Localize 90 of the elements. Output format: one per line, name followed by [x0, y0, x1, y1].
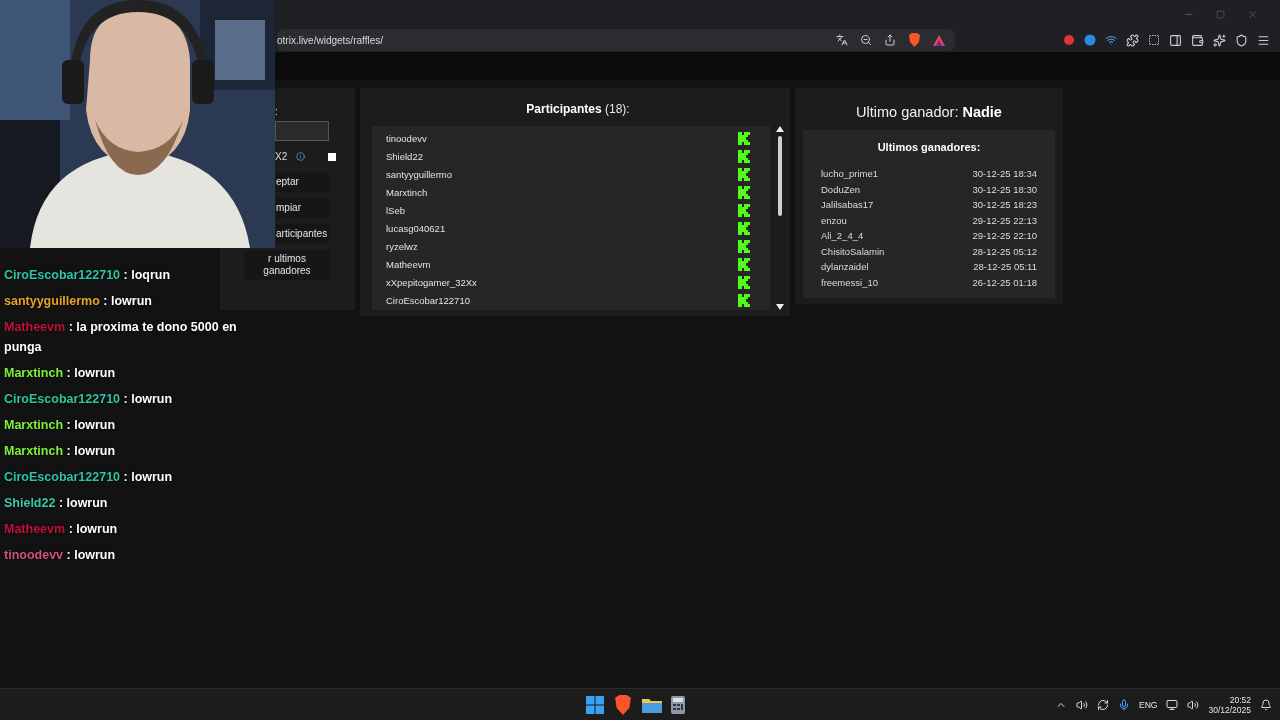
participant-name: xXpepitogamer_32Xx [386, 276, 477, 288]
platform-icon [738, 203, 750, 217]
wallet-icon[interactable] [1191, 33, 1204, 47]
participants-title: Participantes (18): [526, 102, 630, 116]
screenshot-icon[interactable] [1148, 34, 1160, 46]
chat-message: Shield22 : lowrun [4, 495, 109, 512]
chat-message: santyyguillermo : lowrun [4, 293, 153, 310]
sidebar-icon[interactable] [1169, 33, 1182, 47]
checkbox[interactable] [328, 152, 337, 161]
winner-name: Ali_2_4_4 [821, 230, 864, 242]
platform-icon [738, 239, 750, 253]
platform-icon [738, 167, 750, 181]
action-button[interactable]: mpiar [276, 198, 329, 218]
chat-message: CiroEscobar122710 : lowrun [4, 469, 174, 486]
participant-name: Matheevm [386, 258, 431, 270]
winner-date: 28-12-25 05:11 [973, 261, 1037, 273]
record-icon[interactable] [1063, 34, 1075, 46]
chat-message: Marxtinch : lowrun [4, 443, 117, 460]
action-button[interactable]: eptar [276, 172, 329, 192]
url-text: otrix.live/widgets/raffles/ [277, 34, 384, 46]
sync-icon[interactable] [1097, 698, 1110, 711]
participant-name: tinoodevv [386, 132, 427, 144]
winner-date: 26-12-25 01:18 [972, 276, 1037, 288]
field-label: : [275, 106, 278, 117]
participant-name: ryzelwz [386, 240, 418, 252]
language-indicator[interactable]: ENG [1139, 699, 1158, 710]
chat-message: tinoodevv : lowrun [4, 547, 117, 564]
share-icon[interactable] [884, 34, 896, 46]
last-winner-heading: Ultimo ganador: Nadie [856, 104, 1002, 120]
info-icon[interactable] [296, 152, 306, 161]
sparkle-icon[interactable] [1213, 33, 1226, 47]
platform-icon [738, 185, 750, 199]
menu-icon[interactable] [1257, 33, 1270, 47]
winner-date: 30-12-25 18:34 [972, 168, 1037, 180]
folder-icon[interactable] [642, 696, 662, 713]
address-bar[interactable]: otrix.live/widgets/raffles/ [277, 29, 955, 51]
zoom-out-icon[interactable] [860, 34, 872, 46]
calculator-icon[interactable] [671, 695, 685, 714]
participant-name: CiroEscobar122710 [386, 294, 470, 306]
action-button[interactable]: articipantes [276, 224, 329, 244]
windows-icon[interactable] [586, 695, 604, 714]
platform-icon [738, 221, 750, 235]
option-label: X2 [275, 151, 288, 162]
speaker-icon[interactable] [1076, 698, 1089, 711]
winner-name: dylanzaidel [821, 261, 869, 273]
winner-name: enzou [821, 214, 847, 226]
winners-title: Ultimos ganadores: [876, 141, 982, 153]
chat-message: CiroEscobar122710 : loqrun [4, 267, 172, 284]
winner-name: ChisitoSalamin [821, 245, 885, 257]
winner-date: 30-12-25 18:23 [972, 199, 1037, 211]
scrollbar-thumb[interactable] [778, 136, 782, 216]
winner-name: Jalilsabas17 [821, 199, 874, 211]
winner-date: 30-12-25 18:30 [972, 183, 1037, 195]
extensions-icon[interactable] [1126, 33, 1139, 47]
winner-date: 29-12-25 22:13 [972, 214, 1037, 226]
platform-icon [738, 149, 750, 163]
platform-icon [738, 257, 750, 271]
participant-name: Marxtinch [386, 186, 428, 198]
shield-icon[interactable] [1235, 33, 1248, 47]
winner-date: 28-12-25 05:12 [972, 245, 1037, 257]
monitor-icon[interactable] [1166, 698, 1179, 711]
translate-icon[interactable] [836, 34, 848, 46]
participant-name: santyyguillermo [386, 168, 452, 180]
triangle-icon[interactable] [933, 34, 945, 46]
participant-name: lucasg040621 [386, 222, 446, 234]
volume-icon[interactable] [1187, 698, 1200, 711]
scroll-down-icon[interactable] [776, 304, 784, 310]
winner-name: lucho_prime1 [821, 168, 879, 180]
chat-message: Matheevm : lowrun [4, 521, 119, 538]
clock-time[interactable]: 20:52 [1229, 694, 1251, 705]
participant-name: Shield22 [386, 150, 423, 162]
notification-icon[interactable] [1260, 698, 1272, 711]
chat-message: Marxtinch : lowrun [4, 417, 117, 434]
chat-message: Matheevm : la proxima te dono 5000 en punga [4, 319, 238, 356]
microphone-icon[interactable] [1118, 698, 1131, 711]
signal-icon[interactable] [1105, 34, 1117, 46]
participant-name: lSeb [386, 204, 405, 216]
platform-icon [738, 293, 750, 307]
platform-icon [738, 275, 750, 289]
winner-name: DoduZen [821, 183, 861, 195]
scroll-up-icon[interactable] [776, 126, 784, 132]
clock-date[interactable]: 30/12/2025 [1208, 704, 1251, 715]
action-button[interactable]: r ultimos ganadores [244, 250, 330, 280]
winner-date: 29-12-25 22:10 [972, 230, 1037, 242]
chat-message: CiroEscobar122710 : lowrun [4, 391, 174, 408]
winner-name: freemessi_10 [821, 276, 879, 288]
circle-icon[interactable] [1084, 34, 1096, 46]
chat-message: Marxtinch : lowrun [4, 365, 117, 382]
input-field[interactable] [275, 121, 329, 141]
platform-icon [738, 131, 750, 145]
